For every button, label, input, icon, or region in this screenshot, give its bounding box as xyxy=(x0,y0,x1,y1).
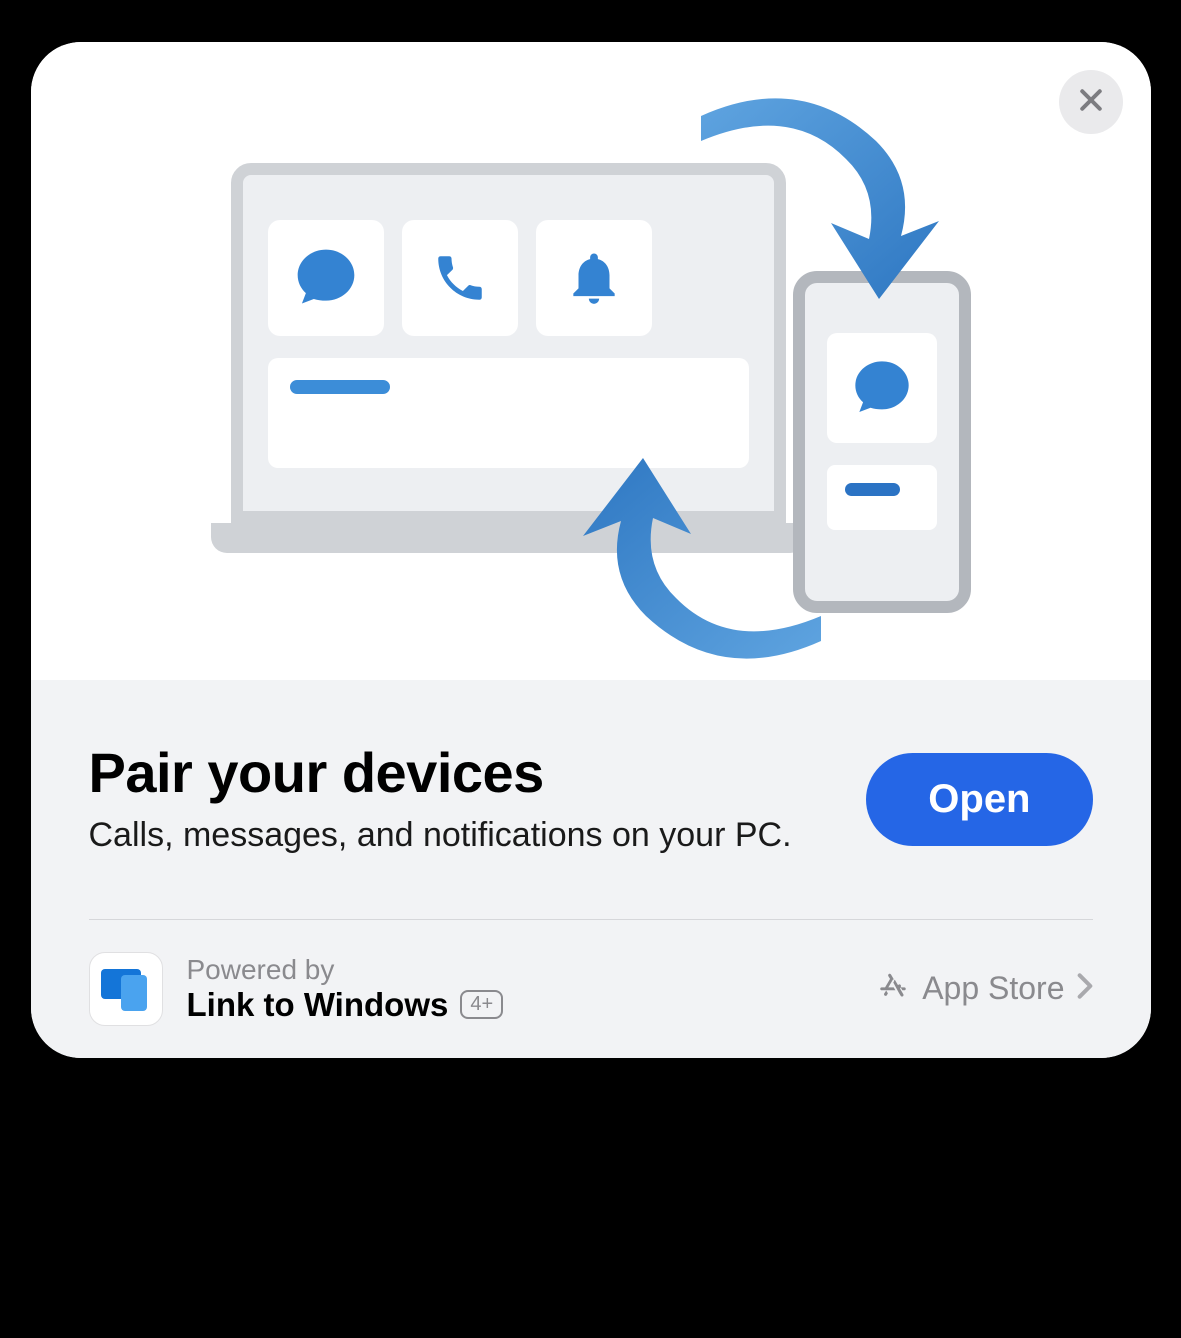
phone-tile-icon xyxy=(402,220,518,336)
close-button[interactable] xyxy=(1059,70,1123,134)
bell-tile-icon xyxy=(536,220,652,336)
phone-chat-tile-icon xyxy=(827,333,937,443)
card-content: Pair your devices Calls, messages, and n… xyxy=(31,680,1151,1058)
chat-tile-icon xyxy=(268,220,384,336)
app-store-icon xyxy=(876,969,910,1008)
sync-arrow-bottom-icon xyxy=(581,456,841,681)
divider xyxy=(89,919,1093,920)
powered-by-label: Powered by xyxy=(187,954,504,986)
app-name: Link to Windows xyxy=(187,986,449,1024)
phone-content-block xyxy=(827,465,937,530)
open-button[interactable]: Open xyxy=(866,753,1092,846)
chevron-right-icon xyxy=(1077,972,1093,1005)
card-footer: Powered by Link to Windows 4+ App Store xyxy=(89,952,1093,1026)
pair-devices-illustration xyxy=(211,81,971,641)
app-store-link[interactable]: App Store xyxy=(876,969,1092,1008)
laptop-content-block xyxy=(268,358,749,468)
sync-arrow-top-icon xyxy=(681,81,941,306)
close-icon xyxy=(1076,85,1106,120)
card-title: Pair your devices xyxy=(89,740,792,805)
age-rating-badge: 4+ xyxy=(460,990,503,1019)
app-icon xyxy=(89,952,163,1026)
app-store-label: App Store xyxy=(922,970,1064,1007)
card-subtitle: Calls, messages, and notifications on yo… xyxy=(89,813,792,859)
hero-illustration-area xyxy=(31,42,1151,680)
app-clip-card: Pair your devices Calls, messages, and n… xyxy=(31,42,1151,1058)
